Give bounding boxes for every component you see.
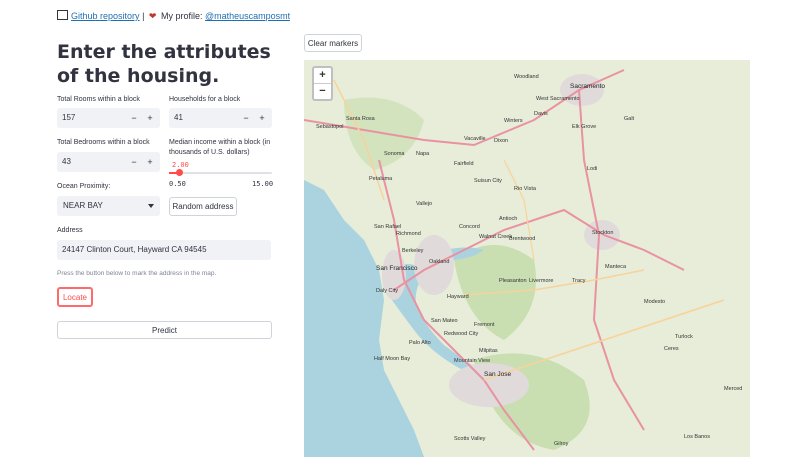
zoom-out-button[interactable]: − [314, 83, 331, 99]
zoom-in-button[interactable]: + [314, 68, 331, 83]
profile-label: My profile: [160, 11, 203, 21]
map-city-label: San Francisco [376, 265, 418, 272]
total-bedrooms-decrement-button[interactable]: − [126, 152, 142, 172]
map-city-label: Sebastopol [316, 124, 344, 130]
map-city-label: San Mateo [431, 318, 458, 324]
github-icon [57, 10, 68, 20]
map-city-label: Pleasanton [499, 278, 527, 284]
map-city-label: Walnut Creek [479, 234, 512, 240]
ocean-proximity-select[interactable]: NEAR BAY [57, 196, 160, 216]
heart-icon: ❤ [148, 11, 157, 21]
predict-button[interactable]: Predict [57, 321, 272, 339]
map-city-label: Milpitas [479, 348, 498, 354]
map-city-label: Santa Rosa [346, 116, 376, 122]
github-repo-link[interactable]: Github repository [71, 11, 140, 21]
map-city-label: Lodi [587, 166, 597, 172]
map-city-label: Daly City [376, 288, 398, 294]
map-city-label: Sonoma [384, 151, 405, 157]
households-increment-button[interactable]: + [254, 108, 270, 128]
median-income-max: 15.00 [252, 180, 274, 188]
map-city-label: Ceres [664, 346, 679, 352]
map-city-label: Richmond [396, 231, 421, 237]
households-label: Households for a block [169, 96, 241, 103]
median-income-min: 0.50 [169, 180, 186, 188]
households-decrement-button[interactable]: − [238, 108, 254, 128]
locate-hint: Press the button below to mark the addre… [57, 270, 217, 277]
map-city-label: Berkeley [402, 248, 424, 254]
median-income-value: 2.00 [172, 161, 189, 169]
households-value[interactable]: 41 [174, 113, 183, 122]
map-city-label: Turlock [675, 334, 693, 340]
map-city-label: Winters [504, 118, 523, 124]
map-city-label: Gilroy [554, 441, 569, 447]
map-city-label: West Sacramento [536, 96, 580, 102]
map-city-label: Suisun City [474, 178, 502, 184]
map-city-label: Los Banos [684, 434, 710, 440]
address-input[interactable]: 24147 Clinton Court, Hayward CA 94545 [57, 240, 271, 260]
map-city-label: Dixon [494, 138, 508, 144]
map-city-label: Napa [416, 151, 430, 157]
total-bedrooms-input[interactable]: 43 − + [57, 152, 160, 172]
map-city-label: Petaluma [369, 176, 393, 182]
map-city-label: Redwood City [444, 331, 478, 337]
total-rooms-label: Total Rooms within a block [57, 96, 140, 103]
profile-link[interactable]: @matheuscamposmt [205, 11, 290, 21]
zoom-control: + − [312, 66, 333, 101]
median-income-slider-track[interactable] [169, 172, 272, 174]
total-bedrooms-value[interactable]: 43 [62, 157, 71, 166]
map-city-label: Scotts Valley [454, 436, 486, 442]
map-city-label: Palo Alto [409, 340, 431, 346]
map-city-label: Rio Vista [514, 186, 537, 192]
map-city-label: Fremont [474, 322, 495, 328]
map-city-label: Manteca [605, 264, 627, 270]
map-city-label: Fairfield [454, 161, 474, 167]
households-input[interactable]: 41 − + [169, 108, 272, 128]
map-city-label: Antioch [499, 216, 517, 222]
total-bedrooms-increment-button[interactable]: + [142, 152, 158, 172]
address-label: Address [57, 227, 83, 234]
map-city-label: Hayward [447, 294, 469, 300]
random-address-button[interactable]: Random address [169, 197, 237, 216]
map-city-label: Sacramento [570, 83, 605, 90]
map-city-label: Concord [459, 224, 480, 230]
total-rooms-value[interactable]: 157 [62, 113, 75, 122]
map-city-label: San Jose [484, 371, 511, 378]
map-city-label: Brentwood [509, 236, 535, 242]
address-value[interactable]: 24147 Clinton Court, Hayward CA 94545 [62, 245, 207, 254]
total-bedrooms-label: Total Bedrooms within a block [57, 139, 150, 146]
map-city-label: Vacaville [464, 136, 486, 142]
ocean-proximity-label: Ocean Proximity: [57, 183, 111, 190]
separator: | [142, 11, 145, 21]
total-rooms-decrement-button[interactable]: − [126, 108, 142, 128]
total-rooms-input[interactable]: 157 − + [57, 108, 160, 128]
map[interactable]: Sacramento West Sacramento Elk Grove Woodla… [304, 60, 750, 457]
map-city-label: Modesto [644, 299, 665, 305]
map-city-label: Davis [534, 111, 548, 117]
median-income-slider-thumb[interactable] [176, 169, 183, 176]
map-city-label: Woodland [514, 74, 539, 80]
map-city-label: Mountain View [454, 358, 490, 364]
locate-button[interactable]: Locate [57, 287, 93, 307]
top-links: Github repository | ❤ My profile: @mathe… [57, 10, 290, 22]
map-city-label: Galt [624, 116, 635, 122]
map-city-label: Oakland [429, 259, 450, 265]
map-city-label: San Rafael [374, 224, 401, 230]
page-title: Enter the attributes of the housing. [57, 41, 271, 87]
total-rooms-increment-button[interactable]: + [142, 108, 158, 128]
map-city-label: Half Moon Bay [374, 356, 410, 362]
map-city-label: Vallejo [416, 201, 432, 207]
chevron-down-icon [148, 204, 154, 208]
map-city-label: Stockton [592, 230, 613, 236]
median-income-label: Median income within a block (in thousan… [169, 139, 271, 156]
map-tiles[interactable]: Sacramento West Sacramento Elk Grove Woodla… [304, 60, 750, 457]
clear-markers-button[interactable]: Clear markers [304, 34, 362, 52]
map-city-label: Elk Grove [572, 124, 596, 130]
map-city-label: Merced [724, 386, 742, 392]
map-city-label: Tracy [572, 278, 586, 284]
map-city-label: Livermore [529, 278, 553, 284]
ocean-proximity-value: NEAR BAY [63, 201, 103, 210]
